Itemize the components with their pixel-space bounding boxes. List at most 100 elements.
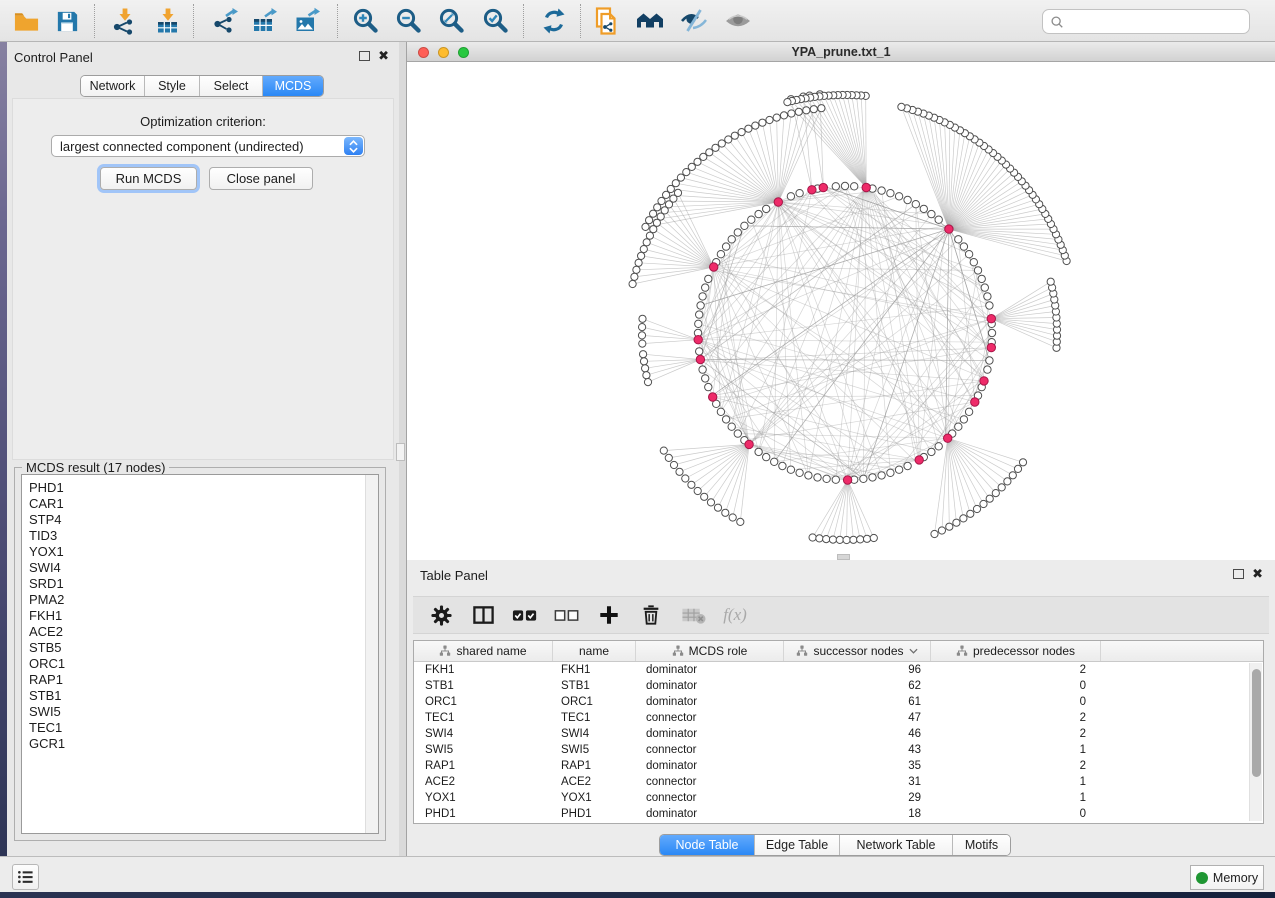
table-cell: STB1 bbox=[414, 678, 553, 694]
table-row[interactable]: ACE2ACE2connector311 bbox=[414, 774, 1263, 790]
table-row[interactable]: TEC1TEC1connector472 bbox=[414, 710, 1263, 726]
tab-style[interactable]: Style bbox=[145, 76, 200, 96]
export-table-icon[interactable] bbox=[248, 5, 280, 37]
select-all-icon[interactable] bbox=[511, 602, 539, 628]
show-panels-list-button[interactable] bbox=[12, 864, 39, 890]
column-header-successor-nodes[interactable]: successor nodes bbox=[784, 641, 931, 661]
deselect-all-icon[interactable] bbox=[553, 602, 581, 628]
mcds-result-item[interactable]: PHD1 bbox=[29, 480, 378, 496]
mcds-result-item[interactable]: STB1 bbox=[29, 688, 378, 704]
table-cell: connector bbox=[636, 710, 784, 726]
column-header-MCDS-role[interactable]: MCDS role bbox=[636, 641, 784, 661]
table-row[interactable]: FKH1FKH1dominator962 bbox=[414, 662, 1263, 678]
mcds-result-item[interactable]: SWI4 bbox=[29, 560, 378, 576]
mcds-result-item[interactable]: GCR1 bbox=[29, 736, 378, 752]
float-panel-icon[interactable] bbox=[359, 51, 370, 61]
mcds-result-item[interactable]: CAR1 bbox=[29, 496, 378, 512]
run-mcds-button[interactable]: Run MCDS bbox=[100, 167, 197, 190]
panel-splitter[interactable] bbox=[399, 42, 407, 856]
float-table-panel-icon[interactable] bbox=[1233, 569, 1244, 579]
column-header-name[interactable]: name bbox=[553, 641, 636, 661]
mcds-result-item[interactable]: ACE2 bbox=[29, 624, 378, 640]
mcds-result-item[interactable]: SRD1 bbox=[29, 576, 378, 592]
network-window: YPA_prune.txt_1 bbox=[407, 42, 1275, 560]
tab-network[interactable]: Network bbox=[81, 76, 145, 96]
column-label: successor nodes bbox=[813, 644, 903, 658]
network-canvas[interactable] bbox=[407, 62, 1275, 560]
tab-node-table[interactable]: Node Table bbox=[660, 835, 755, 855]
function-builder-icon[interactable]: f(x) bbox=[721, 602, 749, 628]
splitter-handle[interactable] bbox=[396, 443, 405, 461]
mcds-result-item[interactable]: YOX1 bbox=[29, 544, 378, 560]
mcds-result-item[interactable]: SWI5 bbox=[29, 704, 378, 720]
save-session-icon[interactable] bbox=[51, 5, 83, 37]
optimization-criterion-value: largest connected component (undirected) bbox=[60, 139, 304, 154]
open-file-icon[interactable] bbox=[10, 5, 42, 37]
table-row[interactable]: SWI5SWI5connector431 bbox=[414, 742, 1263, 758]
mcds-result-item[interactable]: STB5 bbox=[29, 640, 378, 656]
mcds-result-item[interactable]: PMA2 bbox=[29, 592, 378, 608]
export-network-icon[interactable] bbox=[209, 5, 241, 37]
table-row[interactable]: RAP1RAP1dominator352 bbox=[414, 758, 1263, 774]
settings-icon[interactable] bbox=[427, 602, 455, 628]
search-input[interactable] bbox=[1064, 10, 1249, 33]
table-scrollbar[interactable] bbox=[1249, 663, 1262, 821]
network-titlebar[interactable]: YPA_prune.txt_1 bbox=[407, 42, 1275, 62]
column-header-filler bbox=[1101, 641, 1263, 661]
mcds-result-item[interactable]: TID3 bbox=[29, 528, 378, 544]
mcds-result-title: MCDS result (17 nodes) bbox=[22, 460, 169, 475]
mcds-result-list[interactable]: PHD1CAR1STP4TID3YOX1SWI4SRD1PMA2FKH1ACE2… bbox=[21, 474, 379, 834]
mcds-result-item[interactable]: STP4 bbox=[29, 512, 378, 528]
search-field[interactable] bbox=[1042, 9, 1250, 34]
column-header-predecessor-nodes[interactable]: predecessor nodes bbox=[931, 641, 1101, 661]
table-scrollbar-thumb[interactable] bbox=[1252, 669, 1261, 777]
zoom-in-icon[interactable] bbox=[350, 5, 382, 37]
table-cell: TEC1 bbox=[414, 710, 553, 726]
table-row[interactable]: ORC1ORC1dominator610 bbox=[414, 694, 1263, 710]
first-neighbors-icon[interactable] bbox=[634, 5, 666, 37]
show-all-icon[interactable] bbox=[722, 5, 754, 37]
table-cell: RAP1 bbox=[414, 758, 553, 774]
mcds-result-item[interactable]: TEC1 bbox=[29, 720, 378, 736]
mcds-result-item[interactable]: RAP1 bbox=[29, 672, 378, 688]
table-cell: dominator bbox=[636, 726, 784, 742]
network-title: YPA_prune.txt_1 bbox=[407, 45, 1275, 59]
table-cell: ACE2 bbox=[553, 774, 636, 790]
refresh-icon[interactable] bbox=[538, 5, 570, 37]
export-image-icon[interactable] bbox=[291, 5, 323, 37]
zoom-selected-icon[interactable] bbox=[480, 5, 512, 37]
import-network-icon[interactable] bbox=[108, 5, 140, 37]
close-panel-button[interactable]: Close panel bbox=[209, 167, 313, 190]
table-row[interactable]: YOX1YOX1connector291 bbox=[414, 790, 1263, 806]
zoom-out-icon[interactable] bbox=[393, 5, 425, 37]
table-panel: Table Panel ✖ f(x) shared namenameM bbox=[407, 560, 1275, 856]
table-cell: 1 bbox=[931, 790, 1101, 806]
zoom-fit-icon[interactable] bbox=[436, 5, 468, 37]
table-cell: 46 bbox=[784, 726, 931, 742]
table-row[interactable]: STB1STB1dominator620 bbox=[414, 678, 1263, 694]
column-header-shared-name[interactable]: shared name bbox=[414, 641, 553, 661]
duplicate-network-icon[interactable] bbox=[590, 5, 622, 37]
table-cell: 29 bbox=[784, 790, 931, 806]
mcds-list-scrollbar[interactable] bbox=[365, 475, 378, 833]
tab-edge-table[interactable]: Edge Table bbox=[755, 835, 840, 855]
close-panel-icon[interactable]: ✖ bbox=[378, 51, 389, 61]
tab-mcds[interactable]: MCDS bbox=[263, 76, 323, 96]
add-row-icon[interactable] bbox=[595, 602, 623, 628]
mcds-result-item[interactable]: ORC1 bbox=[29, 656, 378, 672]
tab-network-table[interactable]: Network Table bbox=[840, 835, 953, 855]
optimization-criterion-select[interactable]: largest connected component (undirected) bbox=[51, 135, 365, 157]
table-cell: PHD1 bbox=[414, 806, 553, 822]
delete-table-icon[interactable] bbox=[679, 602, 707, 628]
split-panel-icon[interactable] bbox=[469, 602, 497, 628]
tab-select[interactable]: Select bbox=[200, 76, 263, 96]
import-table-icon[interactable] bbox=[151, 5, 183, 37]
hide-selected-icon[interactable] bbox=[678, 5, 710, 37]
table-row[interactable]: SWI4SWI4dominator462 bbox=[414, 726, 1263, 742]
mcds-result-item[interactable]: FKH1 bbox=[29, 608, 378, 624]
tab-motifs[interactable]: Motifs bbox=[953, 835, 1010, 855]
close-table-panel-icon[interactable]: ✖ bbox=[1252, 569, 1263, 579]
table-row[interactable]: PHD1PHD1dominator180 bbox=[414, 806, 1263, 822]
delete-row-icon[interactable] bbox=[637, 602, 665, 628]
memory-button[interactable]: Memory bbox=[1190, 865, 1264, 890]
